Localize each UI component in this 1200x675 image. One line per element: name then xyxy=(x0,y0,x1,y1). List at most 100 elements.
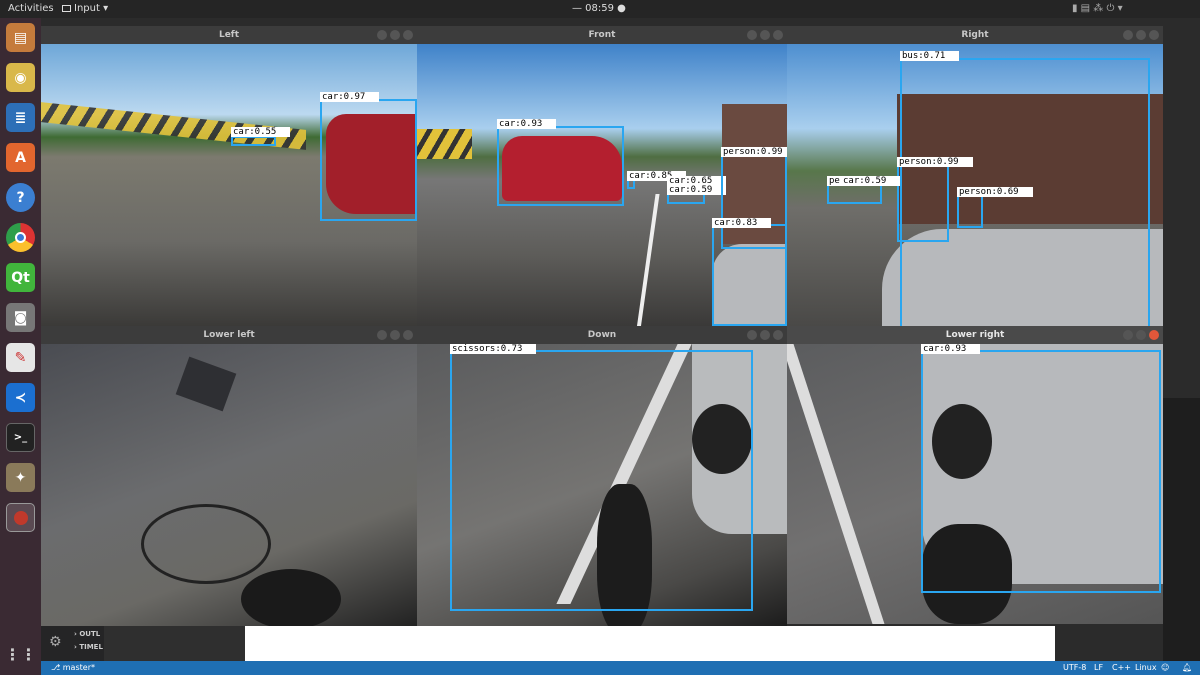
app-menu-label: Input ▾ xyxy=(74,3,109,14)
tire xyxy=(241,569,341,626)
shadow-sign xyxy=(175,356,237,412)
close-button[interactable] xyxy=(403,30,413,40)
activities-button[interactable]: Activities xyxy=(8,3,54,14)
close-button[interactable] xyxy=(1149,330,1159,340)
eol-indicator[interactable]: LF xyxy=(1094,663,1103,672)
text-editor-icon[interactable]: ✎ xyxy=(6,343,35,372)
window-title: Front xyxy=(417,26,787,44)
window-title: Lower left xyxy=(41,326,417,344)
timeline-label: TIMEL xyxy=(79,643,103,651)
detection-box xyxy=(497,126,624,206)
minimize-button[interactable] xyxy=(747,330,757,340)
outline-section[interactable]: › OUTL xyxy=(74,630,104,638)
window-lower-right[interactable]: Lower right car:0.93 xyxy=(787,326,1163,624)
camera-feed-right: bus:0.71 person:0.99 person:0.69 pe car:… xyxy=(787,44,1163,326)
window-icon xyxy=(62,5,71,12)
detection-label: car:0.55 xyxy=(231,127,291,137)
window-down[interactable]: Down scissors:0.73 xyxy=(417,326,787,626)
maximize-button[interactable] xyxy=(760,330,770,340)
app-menu[interactable]: Input ▾ xyxy=(62,3,108,14)
window-title: Down xyxy=(417,326,787,344)
camera-icon[interactable]: ◙ xyxy=(6,303,35,332)
window-lower-left[interactable]: Lower left xyxy=(41,326,417,626)
minimap xyxy=(1163,398,1200,661)
guardrail xyxy=(417,129,472,159)
window-controls xyxy=(1123,30,1159,40)
os-indicator[interactable]: Linux xyxy=(1135,663,1157,672)
detection-box xyxy=(231,136,276,146)
maximize-button[interactable] xyxy=(390,330,400,340)
qt-creator-icon[interactable]: Qt xyxy=(6,263,35,292)
minimize-button[interactable] xyxy=(747,30,757,40)
camera-feed-lower-right: car:0.93 xyxy=(787,344,1163,624)
vscode-icon[interactable]: ≺ xyxy=(6,383,35,412)
detection-label: person:0.69 xyxy=(957,187,1033,197)
feedback-icon[interactable]: ☺ xyxy=(1161,663,1169,672)
camera-feed-left: car:0.97 car:0.55 xyxy=(41,44,417,326)
minimize-button[interactable] xyxy=(377,30,387,40)
dock: ▤ ◉ ≣ A ? Qt ◙ ✎ ≺ >_ ✦ ⋮⋮ xyxy=(0,18,41,675)
lane-marking xyxy=(634,194,660,326)
maximize-button[interactable] xyxy=(390,30,400,40)
detection-label: car:0.93 xyxy=(921,344,981,354)
language-indicator[interactable]: C++ xyxy=(1112,663,1131,672)
notifications-icon[interactable]: 🔔︎ xyxy=(1182,663,1192,672)
minimize-button[interactable] xyxy=(377,330,387,340)
minimize-button[interactable] xyxy=(1123,30,1133,40)
window-right[interactable]: Right bus:0.71 person:0.99 person:0.69 p… xyxy=(787,26,1163,326)
status-bar: ⎇ master* UTF-8 LF C++ Linux ☺ 🔔︎ xyxy=(41,661,1200,675)
detection-label: bus:0.71 xyxy=(900,51,960,61)
detection-box xyxy=(897,164,949,242)
encoding-indicator[interactable]: UTF-8 xyxy=(1063,663,1086,672)
vscode-panel xyxy=(104,626,245,661)
chrome-icon[interactable] xyxy=(6,223,35,252)
detection-label: car:0.83 xyxy=(712,218,772,228)
detection-box xyxy=(320,99,417,221)
active-app-icon[interactable] xyxy=(6,503,35,532)
camera-feed-lower-left xyxy=(41,344,417,626)
gimp-icon[interactable]: ✦ xyxy=(6,463,35,492)
detection-label: car:0.59 xyxy=(667,185,727,195)
detection-label: person:0.99 xyxy=(721,147,787,157)
clock[interactable]: — 08:59 ● xyxy=(572,3,626,14)
outline-label: OUTL xyxy=(79,630,101,638)
branch-indicator[interactable]: ⎇ master* xyxy=(51,663,95,672)
files-icon[interactable]: ▤ xyxy=(6,23,35,52)
window-front[interactable]: Front car:0.93 car:0.85 car:0.65 car:0.5… xyxy=(417,26,787,326)
terminal-icon[interactable]: >_ xyxy=(6,423,35,452)
show-apps-icon[interactable]: ⋮⋮ xyxy=(5,640,37,669)
close-button[interactable] xyxy=(773,330,783,340)
window-controls xyxy=(377,330,413,340)
detection-box xyxy=(450,350,753,611)
system-tray[interactable]: ▮ ▤ ⁂ ⏻ ▾ xyxy=(1072,3,1123,14)
window-controls xyxy=(1123,330,1159,340)
help-icon[interactable]: ? xyxy=(6,183,35,212)
close-button[interactable] xyxy=(773,30,783,40)
vscode-side-panels: › OUTL › TIMEL xyxy=(74,630,104,660)
maximize-button[interactable] xyxy=(760,30,770,40)
detection-label: car:0.97 xyxy=(320,92,380,102)
window-title: Lower right xyxy=(787,326,1163,344)
detection-label: scissors:0.73 xyxy=(450,344,537,354)
close-button[interactable] xyxy=(403,330,413,340)
lane-marking xyxy=(787,344,885,624)
camera-feed-down: scissors:0.73 xyxy=(417,344,787,626)
detection-box xyxy=(957,194,983,228)
window-left[interactable]: Left car:0.97 car:0.55 xyxy=(41,26,417,326)
music-player-icon[interactable]: ◉ xyxy=(6,63,35,92)
window-controls xyxy=(747,330,783,340)
timeline-section[interactable]: › TIMEL xyxy=(74,643,104,651)
software-center-icon[interactable]: A xyxy=(6,143,35,172)
detection-label: person:0.99 xyxy=(897,157,973,167)
detection-label: car:0.59 xyxy=(841,176,901,186)
minimize-button[interactable] xyxy=(1123,330,1133,340)
settings-gear-icon[interactable]: ⚙ xyxy=(49,634,62,650)
detection-box xyxy=(921,350,1161,593)
close-button[interactable] xyxy=(1149,30,1159,40)
writer-icon[interactable]: ≣ xyxy=(6,103,35,132)
maximize-button[interactable] xyxy=(1136,330,1146,340)
branch-label: master* xyxy=(62,663,95,672)
maximize-button[interactable] xyxy=(1136,30,1146,40)
camera-feed-front: car:0.93 car:0.85 car:0.65 car:0.59 pers… xyxy=(417,44,787,326)
window-title: Left xyxy=(41,26,417,44)
